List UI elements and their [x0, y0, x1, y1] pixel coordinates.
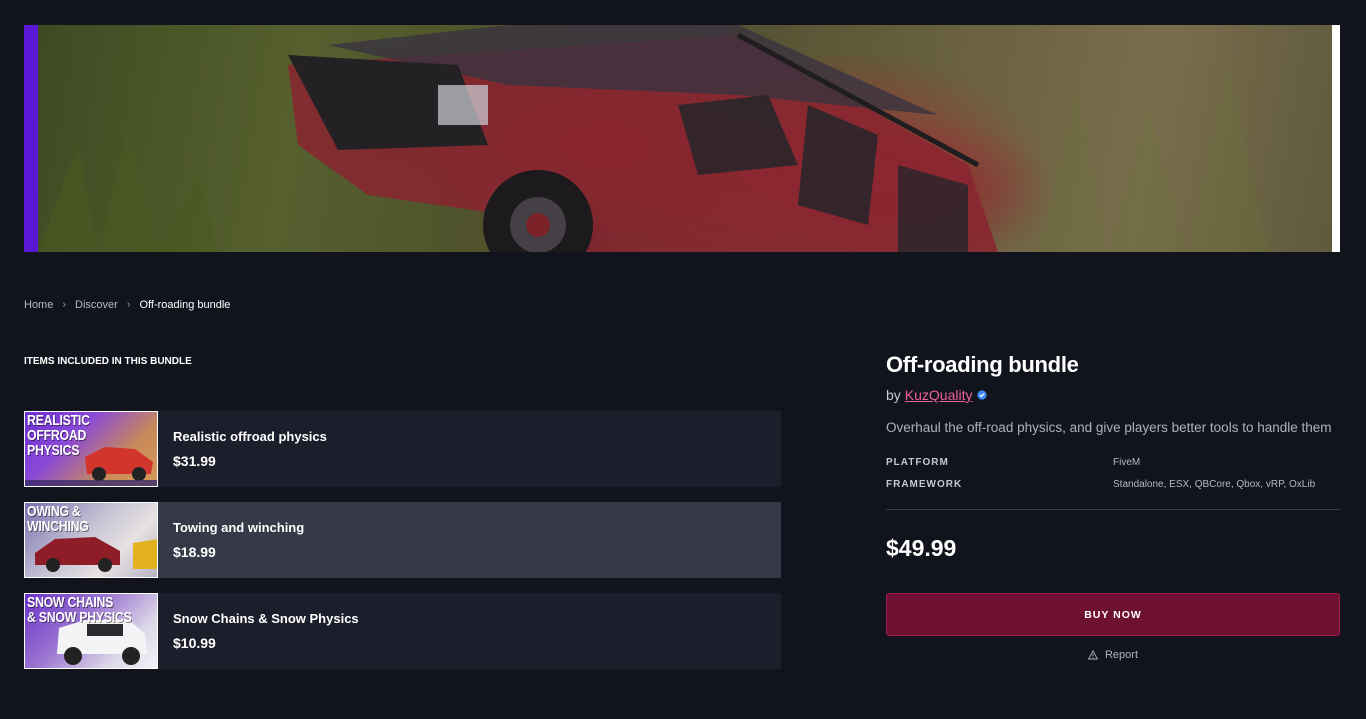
spec-framework: FRAMEWORK Standalone, ESX, QBCore, Qbox,…: [886, 479, 1340, 490]
product-description: Overhaul the off-road physics, and give …: [886, 420, 1332, 435]
item-info: Realistic offroad physics $31.99: [173, 429, 327, 469]
breadcrumb-current: Off-roading bundle: [139, 299, 231, 311]
item-name: Towing and winching: [173, 520, 305, 535]
item-thumbnail: OWING & WINCHING: [24, 502, 158, 578]
thumbnail-title: OWING & WINCHING: [27, 503, 89, 535]
breadcrumb: Home › Discover › Off-roading bundle: [24, 299, 230, 311]
spec-value: Standalone, ESX, QBCore, Qbox, vRP, OxLi…: [1113, 479, 1316, 490]
item-thumbnail: REALISTIC OFFROAD PHYSICS: [24, 411, 158, 487]
report-link[interactable]: Report: [886, 649, 1340, 661]
bundle-items-heading: ITEMS INCLUDED IN THIS BUNDLE: [24, 356, 192, 367]
item-price: $31.99: [173, 453, 216, 469]
byline: by KuzQuality: [886, 387, 1340, 403]
spec-key: FRAMEWORK: [886, 479, 963, 490]
bundle-item-snow-chains[interactable]: SNOW CHAINS & SNOW PHYSICS Snow Chains &…: [24, 593, 781, 669]
item-info: Snow Chains & Snow Physics $10.99: [173, 611, 359, 651]
item-info: Towing and winching $18.99: [173, 520, 304, 560]
by-label: by: [886, 387, 901, 403]
bundle-items-list: REALISTIC OFFROAD PHYSICS Realistic offr…: [24, 411, 781, 684]
item-thumbnail: SNOW CHAINS & SNOW PHYSICS: [24, 593, 158, 669]
divider: [886, 509, 1340, 510]
breadcrumb-discover[interactable]: Discover: [75, 299, 118, 311]
verified-badge-icon: [976, 390, 987, 400]
spec-value: FiveM: [1113, 457, 1141, 468]
product-title: Off-roading bundle: [886, 352, 1079, 377]
item-name: Realistic offroad physics: [173, 429, 327, 444]
spec-key: PLATFORM: [886, 457, 949, 468]
item-price: $18.99: [173, 544, 216, 560]
banner-edge: [1332, 25, 1340, 252]
item-name: Snow Chains & Snow Physics: [173, 611, 359, 626]
bundle-price: $49.99: [886, 535, 957, 561]
author-link[interactable]: KuzQuality: [905, 387, 973, 403]
chevron-right-icon: ›: [126, 299, 131, 311]
warning-triangle-icon: [1087, 650, 1098, 660]
chevron-right-icon: ›: [62, 299, 67, 311]
buy-now-button[interactable]: BUY NOW: [886, 593, 1340, 636]
item-price: $10.99: [173, 635, 216, 651]
product-specs: PLATFORM FiveM FRAMEWORK Standalone, ESX…: [886, 457, 1340, 490]
hero-banner: [24, 25, 1340, 252]
product-panel: Off-roading bundle by KuzQuality Overhau…: [886, 352, 1340, 661]
spec-platform: PLATFORM FiveM: [886, 457, 1340, 468]
report-label: Report: [1104, 649, 1139, 661]
breadcrumb-home[interactable]: Home: [24, 299, 53, 311]
bundle-item-realistic-offroad-physics[interactable]: REALISTIC OFFROAD PHYSICS Realistic offr…: [24, 411, 781, 487]
thumbnail-title: REALISTIC OFFROAD PHYSICS: [27, 412, 90, 459]
truck-illustration: [38, 25, 1268, 252]
bundle-item-towing-and-winching[interactable]: OWING & WINCHING Towing and winching $18…: [24, 502, 781, 578]
thumbnail-title: SNOW CHAINS & SNOW PHYSICS: [27, 594, 132, 626]
banner-image: [24, 25, 1332, 252]
